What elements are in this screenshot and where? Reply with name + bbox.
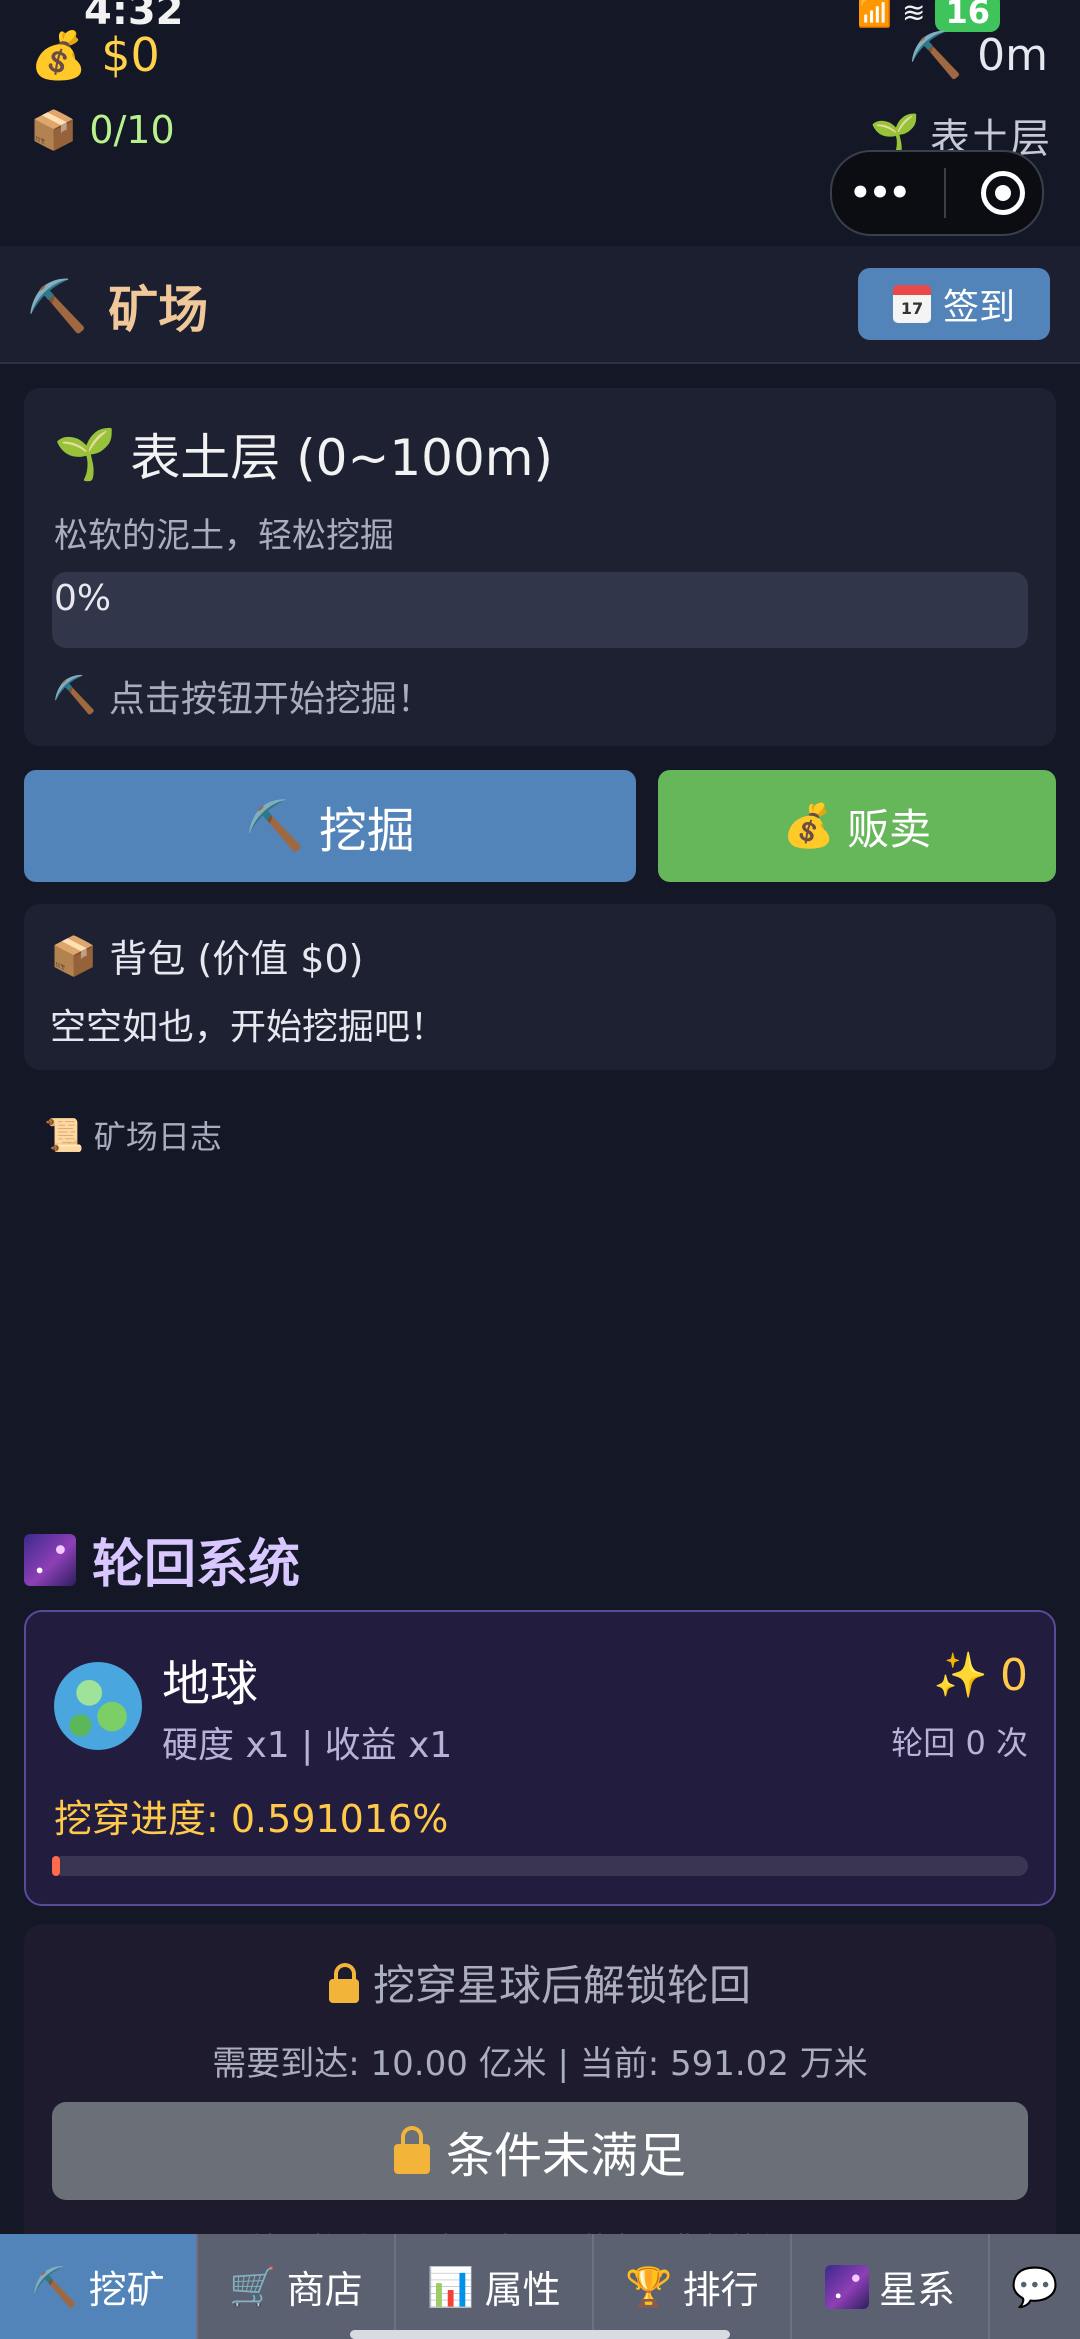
drill-progress-bar: [52, 1856, 1028, 1876]
sell-button-label: 贩卖: [847, 804, 932, 854]
rebirth-title: 轮回系统: [24, 1522, 300, 1597]
unlock-requirement: 需要到达: 10.00 亿米 | 当前: 591.02 万米: [212, 2044, 868, 2084]
close-icon[interactable]: [980, 171, 1025, 215]
battery-icon: 16: [935, 0, 1000, 32]
app-screen: 4:32 📶 ≋ 16 💰 $0 ⛏️ 0m 📦 0/10 🌱 表土层 ••• …: [0, 0, 1080, 2339]
nav-label: 属性: [484, 2268, 561, 2312]
stars-value: 0: [1000, 1650, 1028, 1701]
nav-label: 星系: [878, 2268, 955, 2312]
page-title: ⛏️ 矿场: [26, 270, 208, 342]
unlock-title-text: 挖穿星球后解锁轮回: [372, 1961, 751, 2010]
pickaxe-icon: ⛏️: [245, 798, 305, 854]
home-indicator: [350, 2330, 730, 2339]
drill-progress-fill: [52, 1856, 60, 1876]
lock-icon: [328, 1962, 359, 2003]
money-value: $0: [101, 28, 160, 82]
sprout-icon: 🌱: [870, 112, 920, 158]
money-bag-icon: 💰: [30, 28, 88, 82]
scroll-icon: 📜: [44, 1116, 84, 1154]
dig-hint: ⛏️ 点击按钮开始挖掘！: [52, 670, 433, 722]
wifi-icon: ≋: [902, 0, 926, 29]
mine-log-title: 📜 矿场日志: [44, 1112, 222, 1158]
pickaxe-icon: ⛏️: [52, 675, 97, 716]
layer-title-text: 表土层 (0~100m): [130, 429, 554, 487]
checkin-button[interactable]: 17 签到: [858, 268, 1050, 340]
backpack-empty-text: 空空如也，开始挖掘吧！: [50, 1007, 447, 1048]
layer-title: 🌱 表土层 (0~100m): [54, 418, 553, 490]
unlock-title: 挖穿星球后解锁轮回: [0, 1952, 1080, 2013]
sell-button[interactable]: 💰 贩卖: [658, 770, 1056, 882]
signal-icon: 📶: [857, 0, 892, 29]
rebirth-title-text: 轮回系统: [92, 1535, 301, 1595]
status-icons: 📶 ≋ 16: [857, 0, 1000, 32]
nav-item-rank[interactable]: 🏆 排行: [594, 2234, 792, 2339]
rebirth-count: 轮回 0 次: [891, 1724, 1028, 1762]
stars-count: ✨ 0: [933, 1650, 1028, 1701]
money-display: 💰 $0: [30, 28, 160, 82]
planet-stats: 硬度 x1 | 收益 x1: [162, 1725, 453, 1766]
pickaxe-icon: ⛏️: [26, 277, 89, 335]
pickaxe-icon: ⛏️: [31, 2264, 79, 2309]
mine-log-title-text: 矿场日志: [93, 1118, 222, 1156]
rebirth-button-label: 条件未满足: [445, 2128, 686, 2184]
sprout-icon: 🌱: [54, 425, 117, 483]
chat-icon: 💬: [1011, 2264, 1059, 2309]
nav-label: 排行: [682, 2268, 759, 2312]
depth-display: ⛏️ 0m: [908, 30, 1048, 81]
layer-description: 松软的泥土，轻松挖掘: [54, 516, 394, 556]
backpack-title: 📦 背包 (价值 $0): [50, 928, 364, 983]
dig-button[interactable]: ⛏️ 挖掘: [24, 770, 636, 882]
bag-capacity-value: 0/10: [89, 108, 175, 152]
sparkles-icon: ✨: [933, 1649, 988, 1701]
rebirth-button[interactable]: 条件未满足: [52, 2102, 1028, 2200]
cart-icon: 🛒: [229, 2264, 277, 2309]
miniprogram-capsule: •••: [830, 150, 1044, 236]
nav-item-stats[interactable]: 📊 属性: [396, 2234, 594, 2339]
more-icon[interactable]: •••: [849, 173, 910, 213]
checkin-label: 签到: [942, 287, 1015, 328]
money-bag-icon: 💰: [782, 801, 836, 850]
box-icon: 📦: [50, 933, 98, 978]
lock-icon: [393, 2126, 430, 2174]
depth-value: 0m: [977, 30, 1048, 81]
nav-item-shop[interactable]: 🛒 商店: [198, 2234, 396, 2339]
trophy-icon: 🏆: [625, 2264, 673, 2309]
drill-progress-text: 挖穿进度: 0.591016%: [54, 1797, 449, 1841]
bag-capacity: 📦 0/10: [30, 108, 175, 152]
galaxy-icon: [824, 2264, 869, 2309]
dig-button-label: 挖掘: [318, 803, 415, 859]
earth-icon: [54, 1662, 142, 1750]
pickaxe-icon: ⛏️: [908, 29, 964, 81]
dig-hint-text: 点击按钮开始挖掘！: [108, 679, 433, 720]
layer-progress-bar: [52, 572, 1028, 648]
nav-item-mine[interactable]: ⛏️ 挖矿: [0, 2234, 198, 2339]
nav-item-galaxy[interactable]: 星系: [792, 2234, 990, 2339]
planet-name: 地球: [162, 1656, 259, 1712]
capsule-divider: [943, 168, 946, 218]
page-title-text: 矿场: [108, 281, 209, 339]
nav-label: 商店: [286, 2268, 363, 2312]
layer-progress-text: 0%: [54, 578, 112, 619]
galaxy-icon: [24, 1533, 76, 1586]
calendar-icon: 17: [892, 285, 931, 323]
chart-icon: 📊: [427, 2264, 475, 2309]
box-icon: 📦: [30, 108, 78, 152]
nav-label: 挖矿: [88, 2268, 165, 2312]
nav-item-chat[interactable]: 💬: [990, 2234, 1080, 2339]
backpack-title-text: 背包 (价值 $0): [109, 937, 364, 981]
